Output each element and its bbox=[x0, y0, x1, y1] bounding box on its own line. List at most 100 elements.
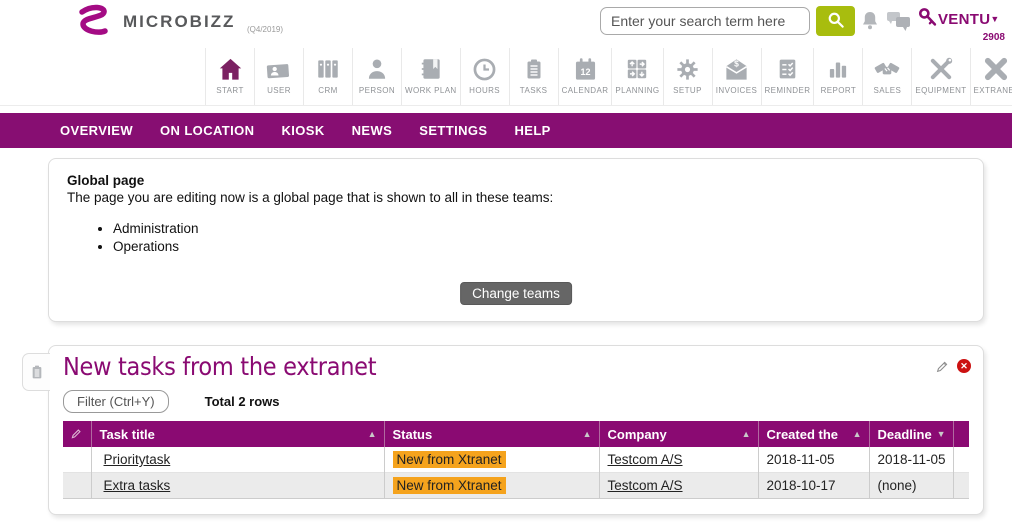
sort-asc-icon[interactable]: ▲ bbox=[368, 429, 377, 439]
column-header-status[interactable]: Status ▲ bbox=[384, 421, 599, 447]
delete-icon[interactable]: ✕ bbox=[957, 359, 971, 373]
brand-title: MICROBIZZ bbox=[123, 12, 235, 32]
module-toolbar: START USER CRM PERSON bbox=[0, 48, 1012, 106]
chevron-down-icon: ▼ bbox=[990, 14, 999, 24]
teams-list: Administration Operations bbox=[113, 221, 965, 254]
toolbar-item-extranet[interactable]: EXTRANET bbox=[970, 48, 1012, 105]
invoice-envelope-icon: $ bbox=[723, 54, 750, 84]
table-row[interactable]: Extra tasks New from Xtranet Testcom A/S… bbox=[63, 473, 969, 499]
column-header-deadline[interactable]: Deadline ▼ bbox=[869, 421, 953, 447]
panel-actions: ✕ bbox=[936, 359, 971, 373]
status-badge: New from Xtranet bbox=[393, 477, 506, 494]
person-icon bbox=[364, 54, 390, 84]
company-link[interactable]: Testcom A/S bbox=[608, 478, 683, 493]
nav-item-overview[interactable]: OVERVIEW bbox=[60, 123, 133, 138]
search-input[interactable] bbox=[600, 7, 810, 35]
edit-pencil-icon[interactable] bbox=[936, 360, 949, 373]
nav-item-news[interactable]: NEWS bbox=[352, 123, 393, 138]
top-header: MICROBIZZ (Q4/2019) VENTU▼ 2908 bbox=[0, 0, 1012, 48]
nav-item-settings[interactable]: SETTINGS bbox=[419, 123, 487, 138]
status-badge: New from Xtranet bbox=[393, 451, 506, 468]
team-item: Operations bbox=[113, 239, 965, 254]
checklist-icon bbox=[775, 54, 800, 84]
tasks-table: Task title ▲ Status ▲ Company ▲ Created … bbox=[63, 421, 969, 499]
row-edit-cell[interactable] bbox=[63, 473, 91, 499]
toolbar-item-person[interactable]: PERSON bbox=[352, 48, 401, 105]
task-title-link[interactable]: Extra tasks bbox=[104, 478, 171, 493]
global-page-panel: Global page The page you are editing now… bbox=[48, 158, 984, 322]
column-header-created[interactable]: Created the ▲ bbox=[758, 421, 869, 447]
spacer-column-header bbox=[953, 421, 969, 447]
clock-icon bbox=[471, 54, 498, 84]
notification-count: 2908 bbox=[960, 32, 1005, 43]
notebook-icon bbox=[418, 54, 444, 84]
panel-side-tab[interactable] bbox=[22, 353, 50, 391]
binders-icon bbox=[315, 54, 341, 84]
calendar-icon: 12 bbox=[572, 54, 599, 84]
toolbar-item-hours[interactable]: HOURS bbox=[460, 48, 509, 105]
table-row[interactable]: Prioritytask New from Xtranet Testcom A/… bbox=[63, 447, 969, 473]
edit-column-header[interactable] bbox=[63, 421, 91, 447]
user-name: VENTU bbox=[938, 11, 990, 28]
toolbar-item-report[interactable]: REPORT bbox=[813, 48, 862, 105]
nav-item-help[interactable]: HELP bbox=[514, 123, 550, 138]
gear-icon bbox=[674, 54, 701, 84]
toolbar-item-tasks[interactable]: TASKS bbox=[509, 48, 558, 105]
row-edit-cell[interactable] bbox=[63, 447, 91, 473]
sort-asc-icon[interactable]: ▲ bbox=[853, 429, 862, 439]
filter-row: Filter (Ctrl+Y) Total 2 rows bbox=[63, 390, 969, 413]
table-header-row: Task title ▲ Status ▲ Company ▲ Created … bbox=[63, 421, 969, 447]
created-date: 2018-10-17 bbox=[758, 473, 869, 499]
toolbar-item-start[interactable]: START bbox=[205, 48, 254, 105]
panel-title: New tasks from the extranet bbox=[63, 352, 969, 381]
toolbar-item-sales[interactable]: SALES bbox=[862, 48, 911, 105]
total-rows-label: Total 2 rows bbox=[205, 394, 280, 409]
user-menu[interactable]: VENTU▼ bbox=[938, 11, 1000, 28]
clipboard-icon bbox=[522, 54, 546, 84]
toolbar-item-work-plan[interactable]: WORK PLAN bbox=[401, 48, 460, 105]
company-link[interactable]: Testcom A/S bbox=[608, 452, 683, 467]
extranet-tasks-panel: New tasks from the extranet ✕ Filter (Ct… bbox=[48, 345, 984, 515]
spacer-cell bbox=[953, 447, 969, 473]
tools-icon bbox=[927, 54, 955, 84]
deadline-date: (none) bbox=[869, 473, 953, 499]
microbizz-logo-icon[interactable] bbox=[72, 3, 114, 45]
toolbar-item-calendar[interactable]: 12 CALENDAR bbox=[558, 48, 612, 105]
toolbar-item-equipment[interactable]: EQUIPMENT bbox=[911, 48, 969, 105]
search-icon bbox=[826, 10, 846, 30]
nav-item-on-location[interactable]: ON LOCATION bbox=[160, 123, 254, 138]
svg-text:$: $ bbox=[734, 58, 739, 68]
sort-asc-icon[interactable]: ▲ bbox=[742, 429, 751, 439]
task-title-link[interactable]: Prioritytask bbox=[104, 452, 171, 467]
key-icon[interactable] bbox=[917, 6, 939, 30]
column-header-company[interactable]: Company ▲ bbox=[599, 421, 758, 447]
home-icon bbox=[217, 54, 244, 84]
sort-asc-icon[interactable]: ▲ bbox=[583, 429, 592, 439]
clipboard-icon bbox=[29, 363, 45, 381]
nav-item-kiosk[interactable]: KIOSK bbox=[281, 123, 324, 138]
team-item: Administration bbox=[113, 221, 965, 236]
svg-text:12: 12 bbox=[580, 67, 590, 77]
pencil-icon bbox=[71, 428, 82, 439]
global-page-description: The page you are editing now is a global… bbox=[67, 190, 965, 205]
column-header-task-title[interactable]: Task title ▲ bbox=[91, 421, 384, 447]
search-button[interactable] bbox=[816, 6, 855, 36]
user-card-icon bbox=[265, 54, 293, 84]
bell-icon[interactable] bbox=[858, 9, 882, 33]
sort-desc-icon[interactable]: ▼ bbox=[937, 429, 946, 439]
deadline-date: 2018-11-05 bbox=[869, 447, 953, 473]
global-page-title: Global page bbox=[67, 173, 965, 188]
filter-button[interactable]: Filter (Ctrl+Y) bbox=[63, 390, 169, 413]
toolbar-item-reminder[interactable]: REMINDER bbox=[761, 48, 814, 105]
chat-icon[interactable] bbox=[886, 11, 912, 33]
toolbar-item-crm[interactable]: CRM bbox=[303, 48, 352, 105]
toolbar-item-planning[interactable]: PLANNING bbox=[611, 48, 662, 105]
planning-grid-icon bbox=[624, 54, 650, 84]
toolbar-item-setup[interactable]: SETUP bbox=[663, 48, 712, 105]
created-date: 2018-11-05 bbox=[758, 447, 869, 473]
toolbar-item-invoices[interactable]: $ INVOICES bbox=[712, 48, 761, 105]
x-mark-icon bbox=[982, 54, 1010, 84]
toolbar-item-user[interactable]: USER bbox=[254, 48, 303, 105]
change-teams-button[interactable]: Change teams bbox=[460, 282, 572, 305]
bar-chart-icon bbox=[825, 54, 851, 84]
